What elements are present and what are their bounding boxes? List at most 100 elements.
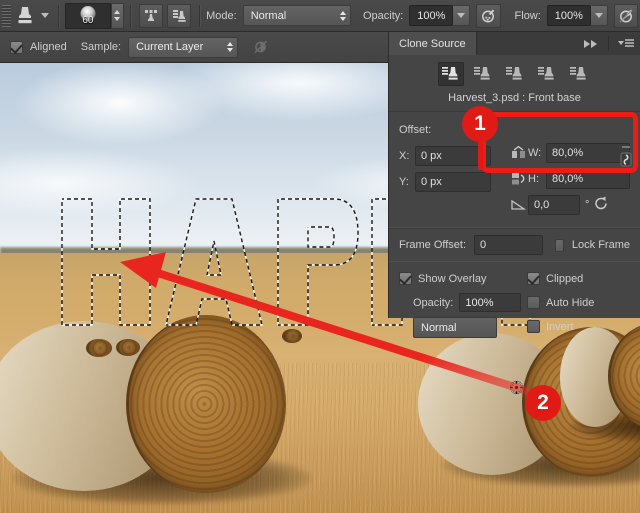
link-chain-icon[interactable] (618, 144, 634, 177)
divider (57, 4, 59, 27)
show-overlay-checkbox[interactable] (399, 272, 412, 285)
frame-offset-input[interactable]: 0 (474, 235, 544, 255)
auto-hide-row: Auto Hide (527, 292, 630, 313)
show-overlay-row: Show Overlay (399, 268, 527, 289)
tool-preset-chevron-down-icon[interactable] (39, 3, 52, 29)
overlay-opacity-row: Opacity: 100% (399, 292, 527, 313)
aligned-checkbox[interactable] (10, 40, 23, 54)
flip-vertical-icon[interactable] (508, 172, 528, 185)
badge-one: 1 (462, 106, 498, 142)
bale-face (282, 329, 302, 343)
angle-row: 0,0 ° (508, 193, 630, 216)
clipped-row: Clipped (527, 268, 630, 289)
clone-source-slot-4[interactable] (534, 62, 560, 86)
aligned-label: Aligned (30, 41, 67, 53)
brush-size-value: 60 (82, 14, 94, 26)
flow-label: Flow: (514, 9, 541, 22)
tablet-pressure-size-icon[interactable] (613, 3, 639, 28)
y-input[interactable]: 0 px (415, 171, 491, 192)
frame-offset-label: Frame Offset: (399, 239, 467, 251)
clone-stamp-second-options-row: Aligned Sample: Current Layer (0, 32, 388, 63)
w-row: W: 80,0% (508, 141, 630, 164)
overlay-blend-row: Normal (399, 317, 527, 338)
clone-source-buttons (389, 55, 640, 88)
clone-stamp-icon[interactable] (11, 3, 39, 29)
clipped-checkbox[interactable] (527, 272, 540, 285)
clipped-label: Clipped (546, 272, 584, 285)
clone-source-crosshair-icon (510, 381, 523, 394)
bale-mid-small-c (282, 329, 302, 343)
bale-left (0, 311, 312, 505)
invert-label: Invert (546, 320, 574, 333)
lock-frame-label: Lock Frame (571, 239, 630, 251)
rotate-angle-icon (508, 198, 528, 211)
auto-hide-label: Auto Hide (546, 296, 595, 309)
h-row: H: 80,0% (508, 167, 630, 190)
mode-select[interactable]: Normal (242, 5, 351, 26)
w-label: W: (528, 146, 542, 159)
mode-label: Mode: (206, 9, 237, 22)
divider (608, 36, 609, 51)
x-label: X: (399, 149, 410, 162)
tab-label: Clone Source (399, 37, 466, 50)
tool-options-bar: 60 Mode: Normal Opacity: 100% Flow: 100% (0, 0, 640, 32)
auto-hide-checkbox[interactable] (527, 296, 540, 309)
clone-source-panel-icon[interactable] (167, 3, 192, 28)
bale-face (126, 315, 286, 493)
photoshop-window: 60 Mode: Normal Opacity: 100% Flow: 100%… (0, 0, 640, 513)
panel-tab-bar: Clone Source (389, 32, 640, 55)
tab-bar-filler (476, 32, 577, 55)
panel-menu-icon[interactable] (612, 32, 640, 55)
chevron-updown-icon (339, 10, 346, 21)
brush-size-stepper[interactable] (110, 2, 124, 29)
clone-source-slot-2[interactable] (470, 62, 496, 86)
flow-input[interactable]: 100% (546, 5, 591, 26)
overlay-blend-select[interactable]: Normal (413, 317, 497, 338)
double-chevron-right-icon[interactable] (577, 32, 605, 55)
divider (129, 4, 131, 27)
clone-source-slot-5[interactable] (566, 62, 592, 86)
degree-symbol: ° (585, 198, 590, 211)
mode-value: Normal (250, 9, 287, 22)
x-row: X: 0 px (399, 144, 508, 167)
overlay-opacity-input[interactable]: 100% (459, 293, 522, 312)
divider (199, 4, 201, 27)
invert-checkbox[interactable] (527, 320, 540, 333)
options-bar-grip[interactable] (2, 4, 12, 27)
y-label: Y: (399, 175, 409, 188)
clone-source-filename: Harvest_3.psd : Front base (448, 92, 581, 104)
clone-source-slot-3[interactable] (502, 62, 528, 86)
angle-input[interactable]: 0,0 (528, 194, 580, 215)
overlay-section: Show Overlay Opacity: 100% Normal Clippe… (389, 262, 640, 347)
chevron-updown-icon (227, 42, 234, 52)
bale-face (116, 339, 140, 356)
offset-section: Offset: X: 0 px Y: 0 px W: 80,0% H: 80,0… (389, 111, 640, 228)
sample-value: Current Layer (136, 41, 204, 53)
invert-row: Invert (527, 316, 630, 337)
brush-panel-icon[interactable] (138, 3, 163, 28)
sample-select[interactable]: Current Layer (128, 36, 239, 58)
opacity-chevron-down-icon[interactable] (453, 5, 471, 26)
ignore-adjustment-layers-icon[interactable] (248, 35, 274, 59)
lock-frame-checkbox[interactable] (555, 238, 564, 252)
bale-face (86, 339, 112, 357)
frame-offset-section: Frame Offset: 0 Lock Frame (389, 228, 640, 262)
clone-source-slot-1[interactable] (437, 61, 464, 86)
badge-two-label: 2 (537, 391, 549, 414)
airbrush-icon[interactable] (476, 3, 501, 28)
bale-mid-small-b (116, 339, 140, 356)
opacity-input[interactable]: 100% (409, 5, 454, 26)
reset-transform-icon[interactable] (594, 196, 609, 213)
brush-preset-picker[interactable]: 60 (64, 2, 111, 29)
flow-chevron-down-icon[interactable] (590, 5, 608, 26)
sample-label: Sample: (80, 41, 122, 53)
clone-source-panel: Clone Source Harvest_3.psd: Front base … (388, 32, 640, 338)
opacity-label: Opacity: (362, 9, 404, 22)
flip-horizontal-icon[interactable] (508, 146, 528, 159)
h-label: H: (528, 172, 539, 185)
y-row: Y: 0 px (399, 170, 508, 193)
tab-clone-source[interactable]: Clone Source (389, 32, 477, 55)
badge-one-label: 1 (474, 112, 486, 135)
panel-body: Harvest_3.psd : Front base Offset: X: 0 … (389, 55, 640, 347)
overlay-blend-value: Normal (421, 321, 457, 334)
